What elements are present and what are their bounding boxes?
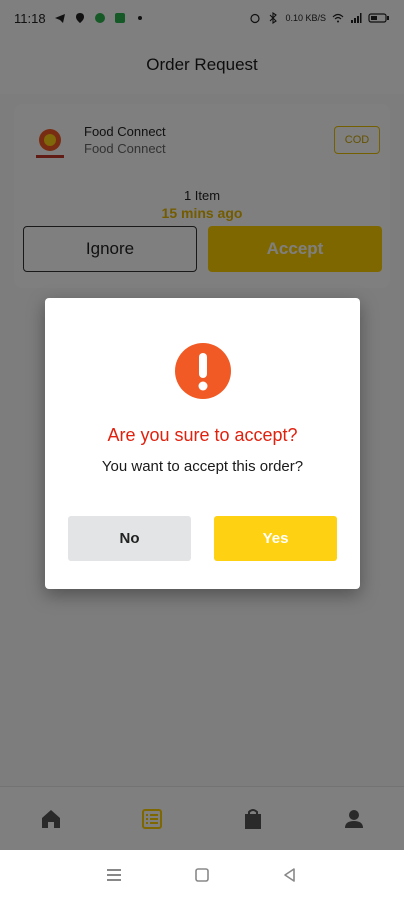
no-button[interactable]: No	[68, 516, 191, 561]
exclamation-icon	[175, 343, 231, 399]
recent-apps-icon[interactable]	[105, 866, 123, 884]
screen: 11:18 0.10 KB/S Order Request Foo	[0, 0, 404, 900]
yes-button[interactable]: Yes	[214, 516, 337, 561]
home-button-icon[interactable]	[193, 866, 211, 884]
confirm-dialog: Are you sure to accept? You want to acce…	[45, 298, 360, 589]
dialog-title: Are you sure to accept?	[107, 425, 298, 445]
system-nav-bar	[0, 850, 404, 900]
back-icon[interactable]	[281, 866, 299, 884]
dialog-message: You want to accept this order?	[101, 458, 304, 475]
